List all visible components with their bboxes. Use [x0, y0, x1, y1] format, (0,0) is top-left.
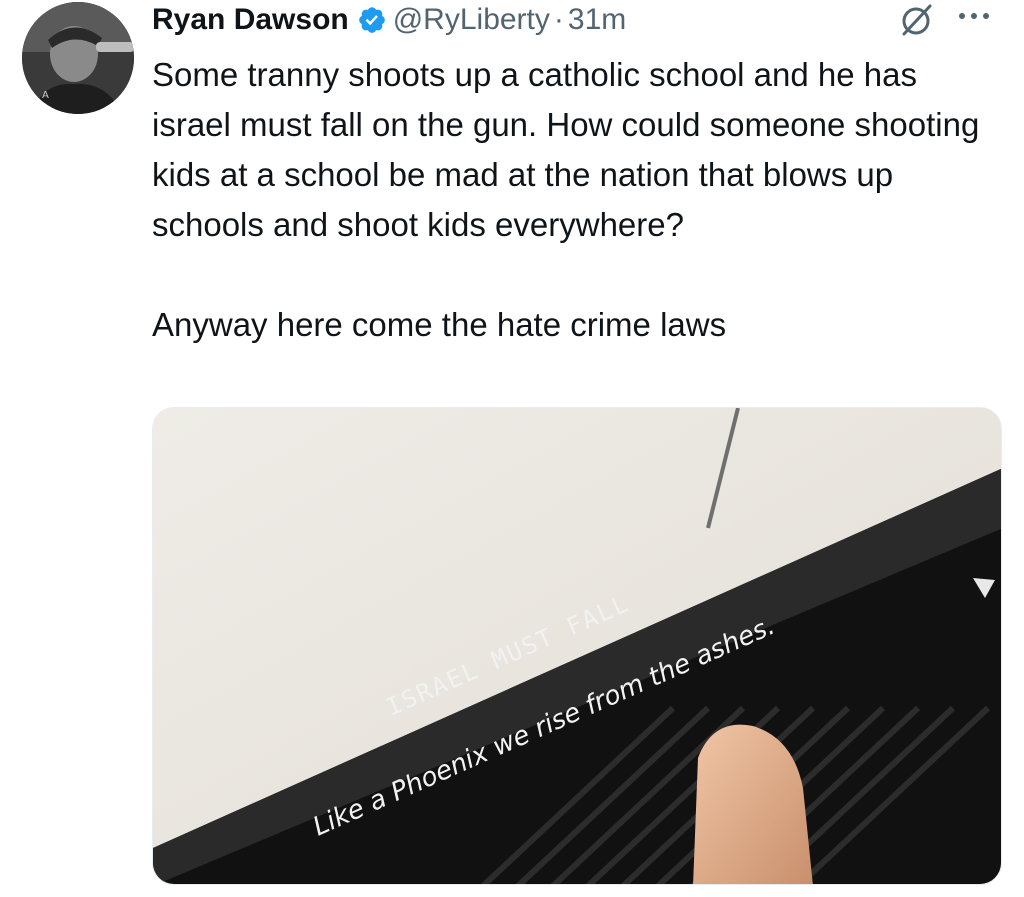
grok-icon[interactable] [898, 2, 934, 38]
author-display-name[interactable]: Ryan Dawson [152, 3, 349, 37]
author-handle[interactable]: @RyLiberty [393, 3, 550, 37]
tweet-header: Ryan Dawson @RyLiberty · 31m [152, 0, 626, 40]
tweet[interactable]: A Ryan Dawson @RyLiberty · 31m Some tran… [0, 0, 1024, 897]
tweet-timestamp[interactable]: 31m [568, 3, 626, 37]
media-photo: ISRAEL MUST FALL Like a Phoenix we rise … [153, 408, 1001, 884]
svg-text:A: A [42, 90, 49, 101]
author-avatar[interactable]: A [22, 2, 134, 114]
tweet-text: Some tranny shoots up a catholic school … [152, 50, 1002, 350]
more-options-icon[interactable] [954, 6, 994, 26]
separator-dot: · [553, 3, 564, 36]
tweet-media-image[interactable]: ISRAEL MUST FALL Like a Phoenix we rise … [152, 407, 1002, 885]
verified-badge-icon [357, 5, 387, 35]
tweet-paragraph: Some tranny shoots up a catholic school … [152, 56, 980, 243]
tweet-paragraph: Anyway here come the hate crime laws [152, 306, 727, 343]
avatar-image: A [22, 2, 134, 114]
